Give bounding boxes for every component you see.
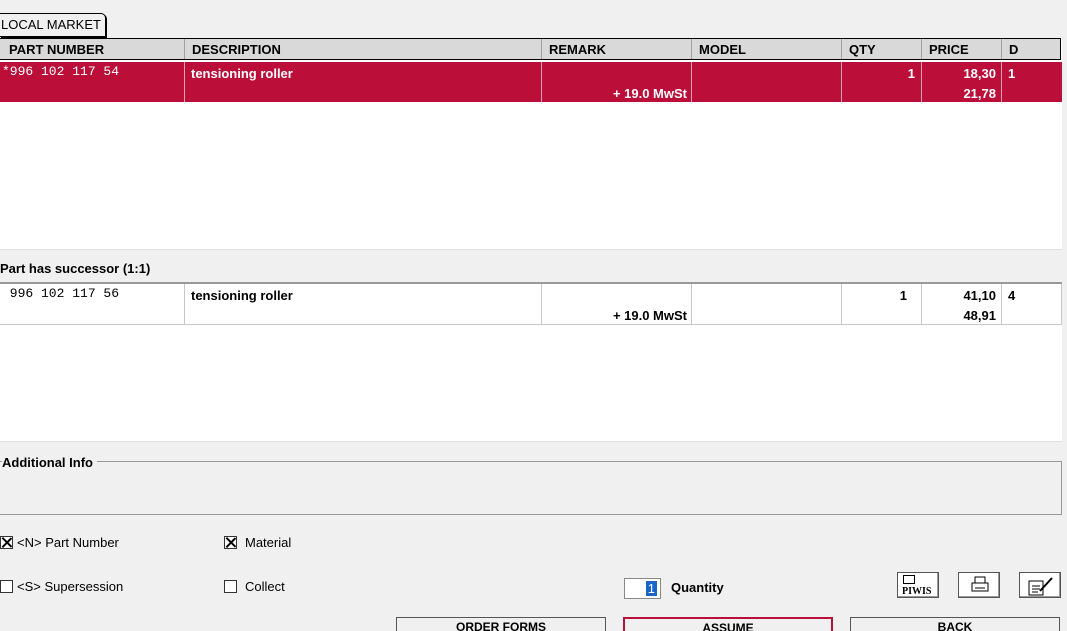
cell-model bbox=[692, 62, 842, 102]
table-row[interactable]: *996 102 117 54 tensioning roller + 19.0… bbox=[0, 62, 1062, 102]
cell-d: 1 bbox=[1002, 62, 1062, 102]
part-number-checkbox[interactable] bbox=[0, 536, 13, 549]
additional-info-group bbox=[0, 461, 1062, 515]
part-number-text: Part Number bbox=[41, 535, 119, 550]
successor-label: Part has successor (1:1) bbox=[0, 261, 151, 276]
cell-part-number: *996 102 117 54 bbox=[0, 62, 185, 102]
col-price[interactable]: PRICE bbox=[922, 39, 1002, 59]
tab-local-market[interactable]: LOCAL MARKET bbox=[0, 13, 106, 37]
d-text: 4 bbox=[1008, 288, 1016, 303]
table-header: PART NUMBER DESCRIPTION REMARK MODEL QTY… bbox=[0, 38, 1061, 60]
supersession-text: Supersession bbox=[40, 579, 124, 594]
printer-icon bbox=[971, 576, 989, 592]
part-number-text: *996 102 117 54 bbox=[2, 64, 120, 79]
piwis-label: PIWIS bbox=[902, 586, 932, 597]
material-label[interactable]: Material bbox=[245, 535, 291, 550]
table-row[interactable]: 996 102 117 56 tensioning roller + 19.0 … bbox=[0, 284, 1062, 325]
price-net-text: 18,30 bbox=[963, 66, 996, 81]
cell-model bbox=[692, 284, 842, 324]
price-gross-text: 48,91 bbox=[963, 308, 996, 323]
cell-price: 41,10 48,91 bbox=[922, 284, 1002, 324]
cell-d: 4 bbox=[1002, 284, 1062, 324]
edit-icon bbox=[1028, 577, 1053, 596]
col-remark[interactable]: REMARK bbox=[542, 39, 692, 59]
cell-description: tensioning roller bbox=[185, 284, 542, 324]
d-text: 1 bbox=[1008, 66, 1016, 81]
col-model[interactable]: MODEL bbox=[692, 39, 842, 59]
print-button[interactable] bbox=[958, 572, 1000, 598]
cell-qty: 1 bbox=[842, 284, 922, 324]
cell-remark: + 19.0 MwSt bbox=[542, 62, 692, 102]
collect-label[interactable]: Collect bbox=[245, 579, 285, 594]
supersession-option-label[interactable]: <S> Supersession bbox=[17, 579, 123, 594]
remark-text: + 19.0 MwSt bbox=[612, 308, 687, 323]
back-button[interactable]: BACK bbox=[850, 617, 1060, 631]
quantity-input[interactable]: 1 bbox=[624, 578, 661, 599]
cell-price: 18,30 21,78 bbox=[922, 62, 1002, 102]
part-number-hotkey: <N> bbox=[17, 535, 42, 550]
cell-qty: 1 bbox=[842, 62, 922, 102]
col-qty[interactable]: QTY bbox=[842, 39, 922, 59]
additional-info-label: Additional Info bbox=[2, 455, 97, 470]
quantity-label: Quantity bbox=[671, 580, 724, 595]
supersession-checkbox[interactable] bbox=[0, 580, 13, 593]
qty-text: 1 bbox=[907, 66, 915, 81]
collect-checkbox[interactable] bbox=[224, 580, 237, 593]
price-net-text: 41,10 bbox=[963, 288, 996, 303]
part-number-text: 996 102 117 56 bbox=[2, 286, 120, 301]
cell-remark: + 19.0 MwSt bbox=[542, 284, 692, 324]
material-checkbox[interactable] bbox=[224, 536, 237, 549]
col-part-number[interactable]: PART NUMBER bbox=[2, 39, 185, 59]
remark-text: + 19.0 MwSt bbox=[612, 86, 687, 101]
description-text: tensioning roller bbox=[191, 66, 293, 81]
price-gross-text: 21,78 bbox=[963, 86, 996, 101]
piwis-button[interactable]: PIWIS bbox=[897, 572, 939, 598]
cell-description: tensioning roller bbox=[185, 62, 542, 102]
edit-button[interactable] bbox=[1019, 572, 1061, 598]
col-d[interactable]: D bbox=[1002, 39, 1060, 59]
part-number-option-label[interactable]: <N> Part Number bbox=[17, 535, 119, 550]
quantity-value: 1 bbox=[645, 581, 657, 596]
cell-part-number: 996 102 117 56 bbox=[0, 284, 185, 324]
supersession-hotkey: <S> bbox=[17, 579, 41, 594]
qty-text: 1 bbox=[899, 288, 907, 303]
piwis-icon bbox=[903, 575, 915, 584]
order-forms-button[interactable]: ORDER FORMS bbox=[396, 617, 606, 631]
description-text: tensioning roller bbox=[191, 288, 293, 303]
assume-button[interactable]: ASSUME bbox=[623, 617, 833, 631]
col-description[interactable]: DESCRIPTION bbox=[185, 39, 542, 59]
